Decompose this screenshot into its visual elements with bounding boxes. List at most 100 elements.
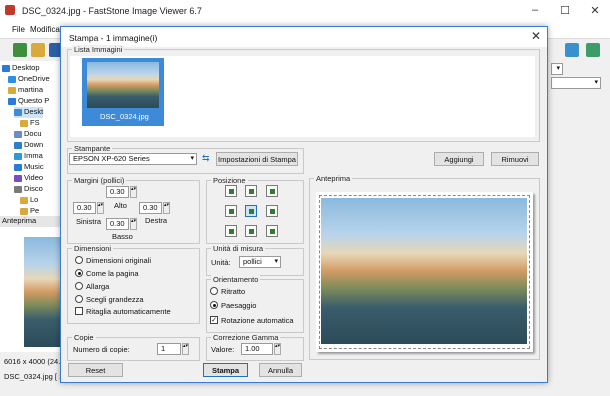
position-top-center[interactable]: [245, 185, 257, 197]
position-center[interactable]: [245, 205, 257, 217]
print-preview-label: Anteprima: [314, 174, 353, 183]
tree-item-label: martina: [18, 85, 44, 94]
tree-item[interactable]: Down: [14, 140, 43, 151]
position-bottom-left[interactable]: [225, 225, 237, 237]
close-button[interactable]: ✕: [580, 4, 610, 18]
folder-icon: [14, 185, 22, 193]
tree-item[interactable]: martina: [8, 85, 43, 96]
folder-icon: [14, 152, 22, 160]
dimensions-label: Dimensioni: [72, 244, 114, 253]
folder-tree: Desktop OneDrive martina Questo P Deskt FS Doc…: [0, 61, 61, 216]
menu-modifica[interactable]: Modifica: [30, 25, 60, 34]
tree-item[interactable]: Music: [14, 162, 44, 173]
folder-icon: [8, 75, 16, 83]
tree-item[interactable]: Disco: [14, 184, 43, 195]
open-icon[interactable]: [31, 43, 45, 57]
position-top-right[interactable]: [266, 185, 278, 197]
tree-item[interactable]: Docu: [14, 129, 42, 140]
folder-icon: [8, 97, 16, 105]
dim-original-radio[interactable]: [75, 256, 83, 264]
tree-item[interactable]: OneDrive: [8, 74, 50, 85]
folder-icon: [8, 86, 16, 94]
auto-crop-checkbox[interactable]: [75, 307, 83, 315]
orient-landscape-label: Paesaggio: [221, 301, 257, 310]
tree-item[interactable]: Lo: [20, 195, 38, 206]
copies-stepper[interactable]: ▴▾: [182, 343, 189, 355]
margin-right-input[interactable]: 0.30: [139, 202, 162, 214]
margin-bottom-stepper[interactable]: ▴▾: [130, 218, 137, 230]
orient-landscape-radio[interactable]: [210, 301, 218, 309]
side-preview-label: Anteprima: [0, 216, 62, 227]
margin-right-label: Destra: [145, 216, 168, 225]
margin-left-stepper[interactable]: ▴▾: [97, 202, 104, 214]
refresh-icon[interactable]: ⇆: [202, 153, 210, 164]
dim-stretch-radio[interactable]: [75, 282, 83, 290]
copies-field-label: Numero di copie:: [73, 345, 130, 354]
print-preview-page: [316, 192, 533, 352]
gamma-input[interactable]: 1.00: [241, 343, 273, 355]
margin-left-input[interactable]: 0.30: [73, 202, 96, 214]
auto-rotate-checkbox[interactable]: ✓: [210, 316, 218, 324]
maximize-button[interactable]: ☐: [550, 4, 580, 18]
folder-icon[interactable]: [13, 43, 27, 57]
folder-icon: [14, 130, 22, 138]
position-bottom-center[interactable]: [245, 225, 257, 237]
units-label: Unità di misura: [211, 244, 266, 253]
gamma-label: Correzione Gamma: [211, 333, 281, 342]
orient-portrait-radio[interactable]: [210, 287, 218, 295]
cancel-button[interactable]: Annulla: [259, 363, 302, 377]
print-preview-group: Anteprima: [309, 174, 540, 360]
copies-input[interactable]: 1: [157, 343, 181, 355]
menu-file[interactable]: File: [12, 25, 25, 34]
image-thumbnail-item[interactable]: DSC_0324.jpg: [82, 58, 164, 126]
margin-bottom-input[interactable]: 0.30: [106, 218, 129, 230]
margin-top-input[interactable]: 0.30: [106, 186, 129, 198]
orientation-label: Orientamento: [211, 275, 261, 284]
add-button[interactable]: Aggiungi: [434, 152, 484, 166]
position-bottom-right[interactable]: [266, 225, 278, 237]
dialog-close-icon[interactable]: ✕: [531, 29, 541, 43]
dim-custom-radio[interactable]: [75, 295, 83, 303]
tree-item[interactable]: Video: [14, 173, 43, 184]
tree-item-label: Docu: [24, 129, 42, 138]
tree-item-label: Music: [24, 162, 44, 171]
margin-top-label: Alto: [114, 201, 127, 210]
chevron-down-icon: ▾: [274, 258, 278, 265]
units-select[interactable]: pollici ▾: [239, 256, 281, 268]
tree-item[interactable]: Desktop: [2, 63, 40, 74]
minimize-button[interactable]: –: [520, 4, 550, 18]
margin-top-stepper[interactable]: ▴▾: [130, 186, 137, 198]
reset-button[interactable]: Reset: [68, 363, 123, 377]
right-dropdown-2[interactable]: ▾: [551, 77, 601, 89]
printer-select[interactable]: EPSON XP-620 Series ▾: [69, 153, 197, 165]
right-dropdown-1[interactable]: ▾: [551, 63, 563, 75]
position-middle-right[interactable]: [266, 205, 278, 217]
margins-label: Margini (pollici): [72, 176, 127, 185]
tree-item-label: Deskt: [24, 107, 44, 116]
folder-icon: [14, 108, 22, 116]
dim-stretch-label: Allarga: [86, 282, 110, 291]
tree-item[interactable]: Deskt: [14, 107, 44, 118]
tree-item[interactable]: Pe: [20, 206, 39, 216]
print-button[interactable]: Stampa: [203, 363, 248, 377]
tree-item[interactable]: FS: [20, 118, 40, 129]
dialog-title: Stampa - 1 immagine(i): [69, 33, 158, 43]
printer-settings-button[interactable]: Impostazioni di Stampa: [216, 152, 298, 166]
side-preview-panel: [0, 227, 60, 352]
position-middle-left[interactable]: [225, 205, 237, 217]
copies-label: Copie: [72, 333, 96, 342]
printer-label: Stampante: [72, 144, 113, 153]
print-dialog: Stampa - 1 immagine(i) ✕ Lista Immagini …: [60, 26, 548, 383]
margin-right-stepper[interactable]: ▴▾: [163, 202, 170, 214]
dim-fit-page-radio[interactable]: [75, 269, 83, 277]
app-title-bar: DSC_0324.jpg - FastStone Image Viewer 6.…: [0, 0, 610, 22]
position-top-left[interactable]: [225, 185, 237, 197]
tree-item-label: Down: [24, 140, 44, 149]
tree-item[interactable]: Questo P: [8, 96, 49, 107]
fit-icon[interactable]: [565, 43, 579, 57]
margin-bottom-label: Basso: [112, 232, 133, 241]
tree-item[interactable]: Imma: [14, 151, 43, 162]
fullscreen-icon[interactable]: [586, 43, 600, 57]
gamma-stepper[interactable]: ▴▾: [274, 343, 281, 355]
remove-button[interactable]: Rimuovi: [491, 152, 539, 166]
